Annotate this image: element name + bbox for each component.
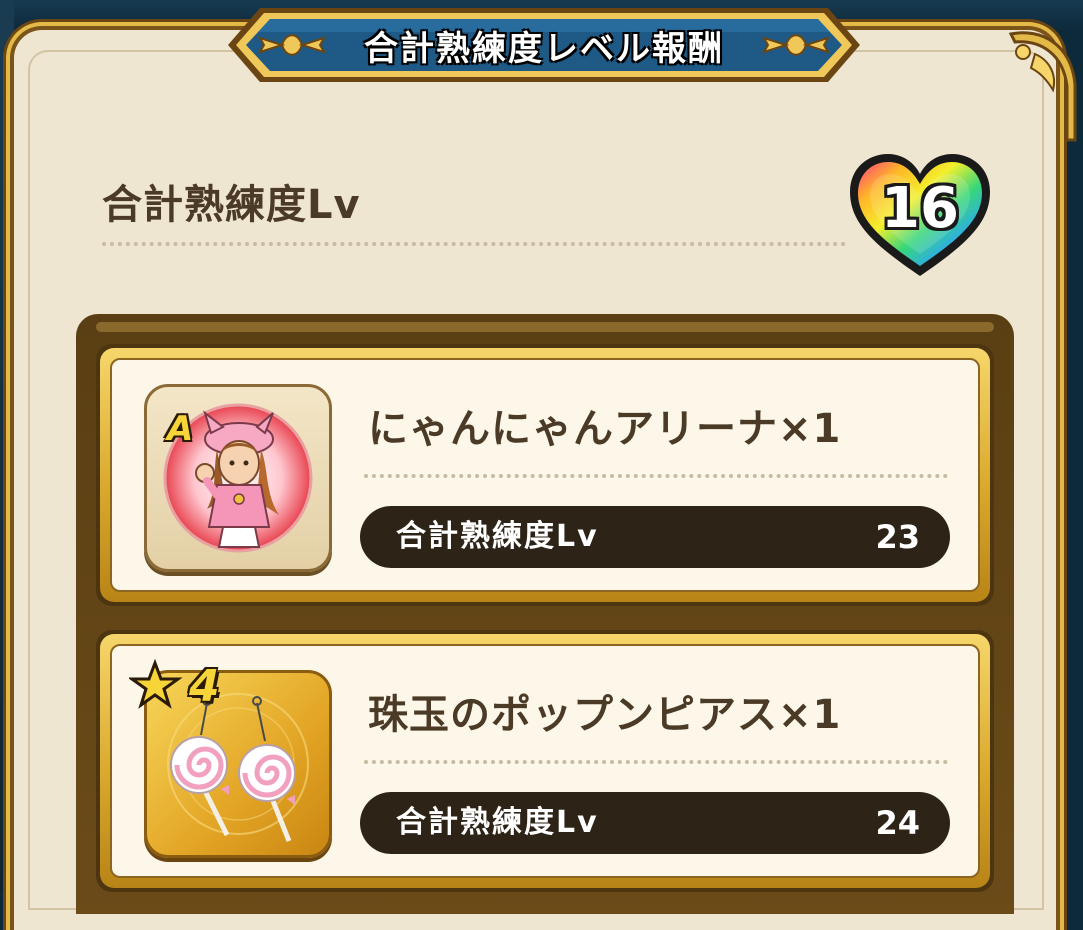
reward-item-name: にゃんにゃんアリーナ×1 (368, 406, 842, 452)
background-left (0, 0, 14, 893)
reward-list-top-edge (96, 322, 994, 332)
reward-item-name: 珠玉のポップンピアス×1 (368, 692, 842, 738)
page-title: 合計熟練度レベル報酬 (364, 28, 724, 69)
requirement-bar: 合計熟練度Lv 24 (360, 792, 950, 854)
rank-badge: A (167, 409, 194, 449)
corner-ornament-icon (1008, 31, 1077, 142)
total-level-value: 16 (881, 176, 959, 241)
requirement-value: 23 (875, 518, 920, 556)
total-proficiency-label: 合計熟練度Lv (102, 182, 361, 228)
requirement-value: 24 (875, 804, 920, 842)
card-divider (364, 474, 948, 478)
summary-divider (102, 242, 846, 246)
title-banner: 合計熟練度レベル報酬 (216, 2, 872, 88)
reward-card[interactable]: 4 珠玉のポップンピアス×1 合計熟練度Lv 24 (96, 630, 994, 892)
requirement-bar: 合計熟練度Lv 23 (360, 506, 950, 568)
requirement-label: 合計熟練度Lv (396, 805, 599, 840)
requirement-label: 合計熟練度Lv (396, 519, 599, 554)
card-divider (364, 760, 948, 764)
reward-item-icon-frame: A (144, 384, 332, 572)
reward-item-icon-frame: 4 (129, 659, 332, 858)
star-rarity-value: 4 (189, 661, 220, 712)
reward-card[interactable]: A にゃんにゃんアリーナ×1 合計熟練度Lv 23 (96, 344, 994, 606)
